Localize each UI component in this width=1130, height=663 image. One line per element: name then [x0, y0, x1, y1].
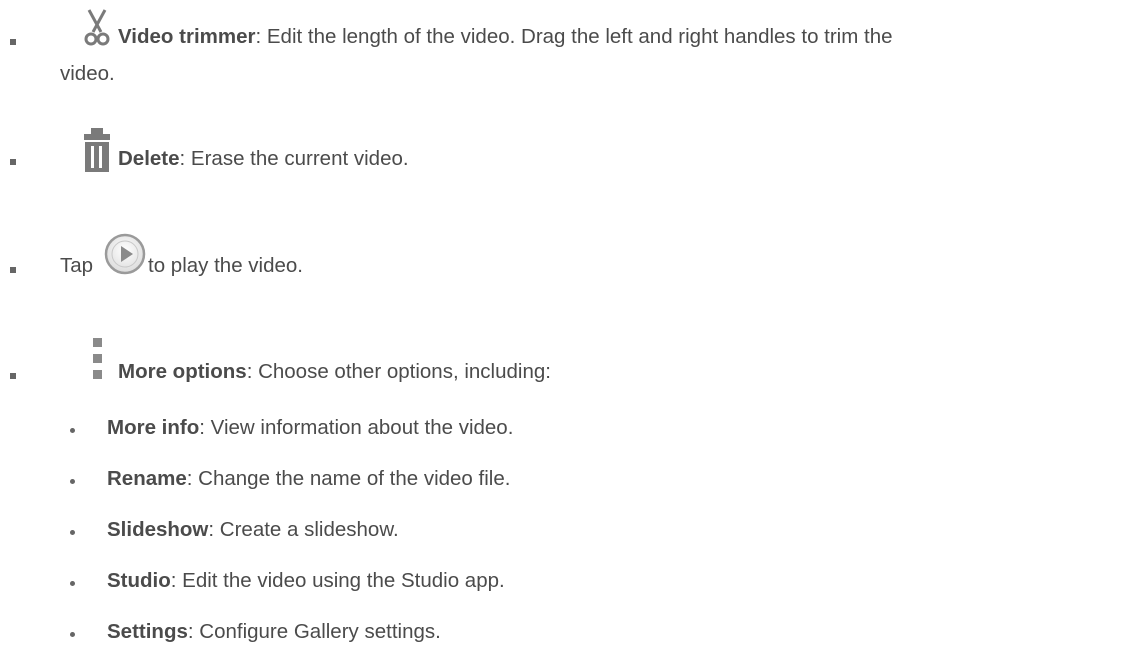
description: : View information about the video.	[199, 416, 514, 439]
more-options-icon	[93, 338, 102, 379]
description-continued: video.	[60, 62, 115, 85]
tap-label: Tap	[60, 254, 94, 277]
description: : Create a slideshow.	[208, 518, 399, 541]
subitem-line: Settings: Configure Gallery settings.	[107, 618, 441, 647]
term: Studio	[107, 569, 171, 592]
description: : Choose other options, including:	[246, 360, 551, 383]
dot-bullet	[70, 428, 75, 433]
subitem-line: Rename: Change the name of the video fil…	[107, 465, 510, 494]
scissors-icon	[84, 9, 110, 46]
description: : Configure Gallery settings.	[187, 620, 441, 643]
square-bullet	[10, 159, 16, 165]
term: Slideshow	[107, 518, 209, 541]
description: : Edit the video using the Studio app.	[170, 569, 505, 592]
dot-bullet	[70, 479, 75, 484]
play-icon	[104, 233, 146, 275]
description: to play the video.	[148, 254, 303, 277]
dot-bullet	[70, 632, 75, 637]
item-line: Delete: Erase the current video.	[118, 145, 409, 174]
term: Settings	[107, 620, 188, 643]
dot-bullet	[70, 530, 75, 535]
trash-icon	[84, 128, 110, 172]
square-bullet	[10, 373, 16, 379]
description: : Change the name of the video file.	[186, 467, 511, 490]
item-line-2: video.	[60, 60, 115, 89]
item-line-pre: Tap	[60, 252, 93, 281]
subitem-line: More info: View information about the vi…	[107, 414, 513, 443]
square-bullet	[10, 267, 16, 273]
description: : Erase the current video.	[179, 147, 409, 170]
term: Delete	[118, 147, 180, 170]
term: Rename	[107, 467, 187, 490]
term: More info	[107, 416, 200, 439]
subitem-line: Studio: Edit the video using the Studio …	[107, 567, 505, 596]
item-line-1: Video trimmer: Edit the length of the vi…	[118, 23, 893, 52]
term: More options	[118, 360, 247, 383]
item-line-post: to play the video.	[148, 252, 303, 281]
item-line: More options: Choose other options, incl…	[118, 358, 551, 387]
description: : Edit the length of the video. Drag the…	[255, 25, 893, 48]
square-bullet	[10, 39, 16, 45]
dot-bullet	[70, 581, 75, 586]
term: Video trimmer	[118, 25, 256, 48]
subitem-line: Slideshow: Create a slideshow.	[107, 516, 399, 545]
